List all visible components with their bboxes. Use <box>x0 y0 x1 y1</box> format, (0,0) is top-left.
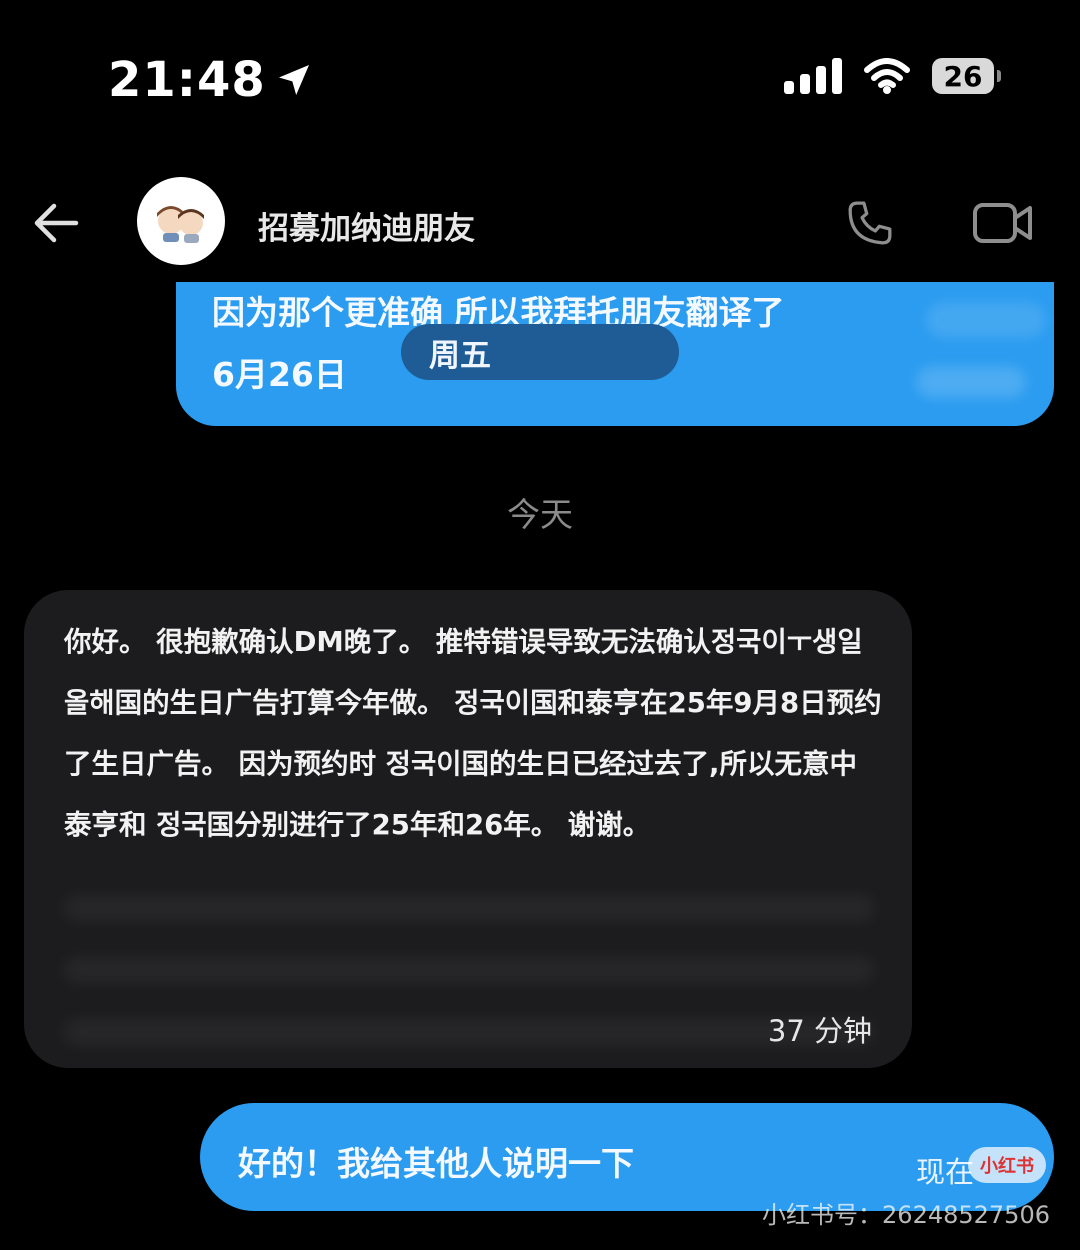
cellular-signal-icon <box>784 58 842 94</box>
message-timestamp: 37 分钟 <box>767 1014 872 1048</box>
status-time: 21:48 <box>108 52 314 108</box>
back-arrow-icon <box>34 203 79 243</box>
battery-level: 26 <box>943 59 983 93</box>
battery-indicator: 26 <box>932 58 1001 94</box>
call-button[interactable] <box>842 195 898 251</box>
blurred-region <box>916 366 1026 398</box>
location-arrow-icon <box>278 65 309 95</box>
chat-title: 招募加纳迪朋友 <box>258 211 475 247</box>
received-message-bubble[interactable]: 你好。 很抱歉确认DM晚了。 推特错误导致无法确认정국이ㅜ생일 올해国的生日广告… <box>24 590 912 1068</box>
message-date: 6月26日 <box>212 355 347 394</box>
chat-header: 招募加纳迪朋友 <box>0 175 1080 270</box>
message-text: 好的！我给其他人说明一下 <box>238 1144 634 1183</box>
xiaohongshu-logo: 小红书 <box>968 1147 1046 1183</box>
message-text: 你好。 很抱歉确认DM晚了。 推特错误导致无法确认정국이ㅜ생일 올해国的生日广告… <box>64 626 882 841</box>
phone-icon <box>848 201 892 245</box>
day-label-pill: 周五 <box>401 324 679 380</box>
video-camera-icon <box>973 203 1032 243</box>
wifi-icon <box>864 58 910 94</box>
watermark: 小红书号：26248527506 <box>762 1201 1050 1229</box>
back-button[interactable] <box>30 197 82 249</box>
blurred-region <box>926 302 1046 338</box>
video-call-button[interactable] <box>972 199 1034 247</box>
sent-message-bubble[interactable]: 因为那个更准确 所以我拜托朋友翻译了 6月26日 周五 <box>176 282 1054 426</box>
message-timestamp: 现在 <box>916 1155 975 1189</box>
date-divider: 今天 <box>507 495 573 534</box>
status-time-text: 21:48 <box>108 52 266 108</box>
avatar[interactable] <box>137 177 225 265</box>
two-cartoon-kids-avatar <box>157 206 204 243</box>
blurred-text <box>64 858 874 1044</box>
chat-screen: 21:48 26 招募加纳迪朋友 因为那个更准确 所以我拜托朋友翻译了 6月26… <box>0 0 1080 1250</box>
status-indicators: 26 <box>784 58 1001 94</box>
